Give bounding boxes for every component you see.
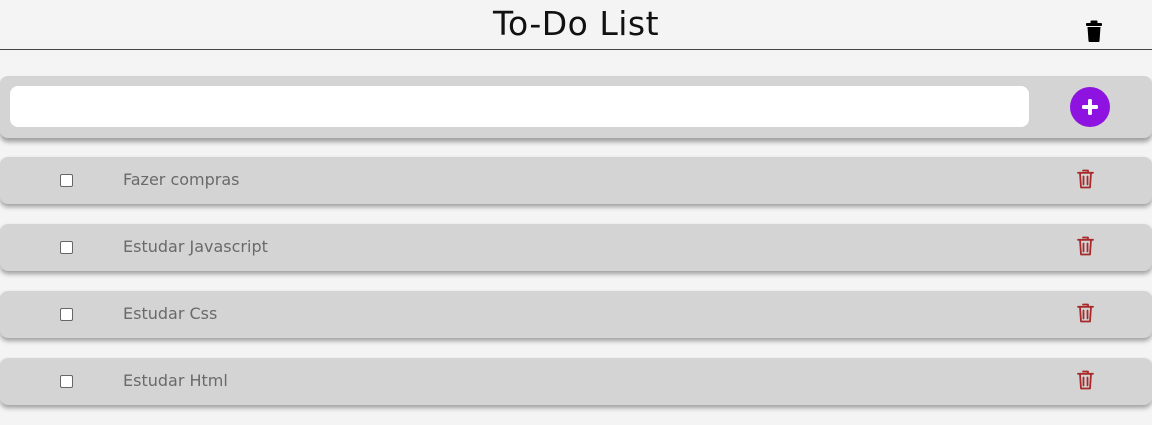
- trash-outline-icon: [1077, 303, 1094, 323]
- task-checkbox[interactable]: [60, 375, 73, 388]
- task-list: Fazer compras Estudar Javascript Estudar…: [0, 157, 1152, 425]
- delete-task-button[interactable]: [1077, 303, 1094, 323]
- app-header: To-Do List: [0, 0, 1152, 50]
- trash-outline-icon: [1077, 236, 1094, 256]
- trash-icon: [1086, 20, 1102, 42]
- delete-task-button[interactable]: [1077, 169, 1094, 189]
- trash-outline-icon: [1077, 169, 1094, 189]
- task-label: Estudar Css: [123, 304, 218, 323]
- task-item: Estudar Javascript: [0, 224, 1152, 271]
- task-checkbox[interactable]: [60, 174, 73, 187]
- task-label: Estudar Javascript: [123, 237, 268, 256]
- task-item: Estudar Css: [0, 291, 1152, 338]
- add-task-button[interactable]: [1070, 87, 1110, 127]
- page-title: To-Do List: [492, 4, 660, 43]
- add-task-bar: [0, 76, 1152, 138]
- delete-task-button[interactable]: [1077, 236, 1094, 256]
- task-checkbox[interactable]: [60, 308, 73, 321]
- task-label: Fazer compras: [123, 170, 240, 189]
- task-item: Fazer compras: [0, 157, 1152, 204]
- task-item: Estudar Html: [0, 358, 1152, 405]
- trash-outline-icon: [1077, 370, 1094, 390]
- task-label: Estudar Html: [123, 371, 228, 390]
- task-checkbox[interactable]: [60, 241, 73, 254]
- clear-all-button[interactable]: [1085, 20, 1103, 42]
- new-task-input[interactable]: [10, 86, 1029, 127]
- plus-icon: [1082, 99, 1098, 115]
- delete-task-button[interactable]: [1077, 370, 1094, 390]
